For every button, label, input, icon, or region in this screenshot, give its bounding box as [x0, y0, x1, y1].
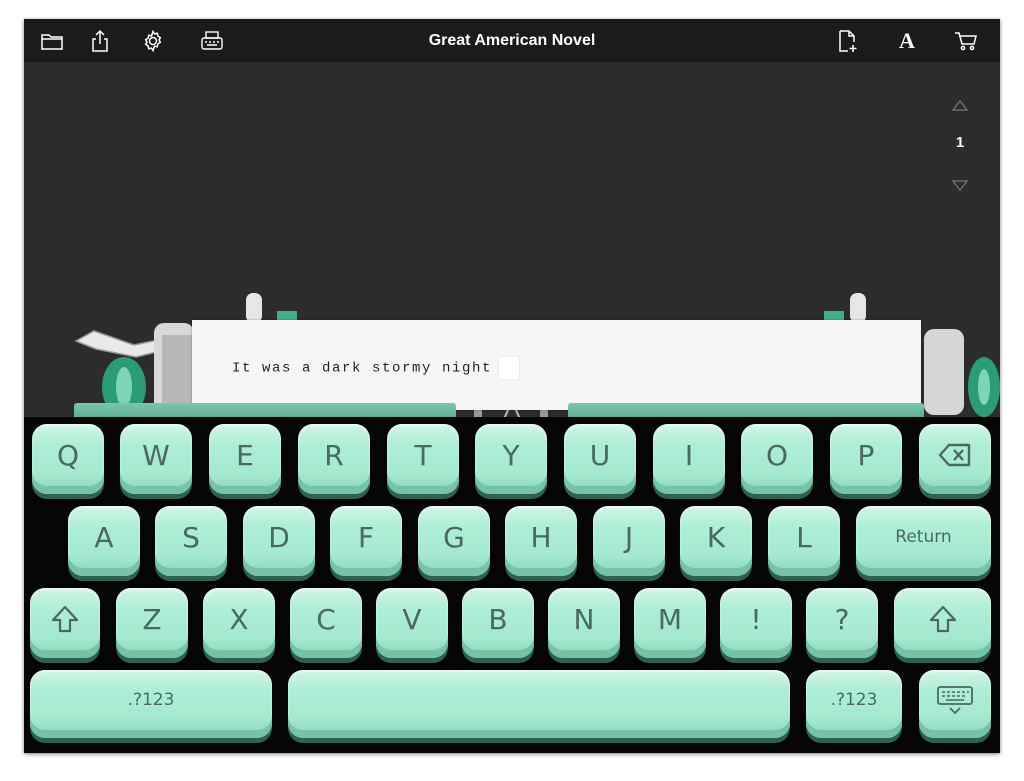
key-label: F [357, 520, 375, 554]
key-g[interactable]: G [418, 506, 490, 576]
key-j[interactable]: J [593, 506, 665, 576]
keyboard-rail-right [568, 403, 924, 417]
key-w[interactable]: W [120, 424, 192, 494]
key-d[interactable]: D [243, 506, 315, 576]
document-title: Great American Novel [428, 32, 596, 49]
key-y[interactable]: Y [475, 424, 547, 494]
key-label: H [530, 520, 552, 554]
key-label: N [573, 602, 595, 636]
numbers-right-key[interactable]: .?123 [806, 670, 902, 738]
typed-text: It was a dark stormy night [232, 356, 521, 380]
key-label: D [268, 520, 290, 554]
page-navigator: 1 [944, 91, 976, 191]
backspace-key[interactable] [919, 424, 991, 494]
right-paper-guide [850, 293, 866, 323]
key-c[interactable]: C [290, 588, 362, 658]
key-z[interactable]: Z [116, 588, 188, 658]
key-k[interactable]: K [680, 506, 752, 576]
key-p[interactable]: P [830, 424, 902, 494]
key-label: Y [502, 438, 520, 472]
key-q[interactable]: Q [32, 424, 104, 494]
return-key-label: Return [895, 527, 952, 547]
key-label: U [589, 438, 611, 472]
cart-icon[interactable] [952, 27, 980, 55]
key-n[interactable]: N [548, 588, 620, 658]
key-label: E [236, 438, 254, 472]
key-label: X [229, 602, 249, 636]
key-m[interactable]: M [634, 588, 706, 658]
key-l[interactable]: L [768, 506, 840, 576]
key-u[interactable]: U [564, 424, 636, 494]
app-screen: Great American Novel A 1 It was a dark s… [24, 19, 1000, 753]
key-label: B [488, 602, 508, 636]
key-exclamation[interactable]: ! [720, 588, 792, 658]
key-label: ! [750, 602, 762, 636]
text-cursor [498, 356, 521, 380]
key-label: R [324, 438, 344, 472]
backspace-icon [938, 443, 971, 467]
key-label: L [796, 520, 812, 554]
shift-right-key[interactable] [894, 588, 991, 658]
key-label: W [142, 438, 170, 472]
toolbar: Great American Novel A [24, 19, 1000, 62]
shift-icon [51, 605, 79, 633]
key-label: ? [834, 602, 850, 636]
key-label: J [624, 520, 634, 554]
shift-left-key[interactable] [30, 588, 100, 658]
key-label: Z [142, 602, 162, 636]
font-icon[interactable]: A [893, 27, 921, 55]
key-label: K [706, 520, 726, 554]
key-label: S [182, 520, 200, 554]
numbers-left-key[interactable]: .?123 [30, 670, 272, 738]
key-label: V [402, 602, 422, 636]
key-label: A [94, 520, 114, 554]
gear-icon[interactable] [139, 27, 167, 55]
key-f[interactable]: F [330, 506, 402, 576]
key-x[interactable]: X [203, 588, 275, 658]
typewriter-icon[interactable] [198, 27, 226, 55]
key-t[interactable]: T [387, 424, 459, 494]
space-bar[interactable] [288, 670, 790, 738]
key-r[interactable]: R [298, 424, 370, 494]
typewriter-keyboard: Q W E R T Y U I O P A S D F G H J K L Re… [24, 403, 1000, 753]
key-s[interactable]: S [155, 506, 227, 576]
key-question[interactable]: ? [806, 588, 878, 658]
typed-text-content: It was a dark stormy night [232, 360, 493, 377]
key-i[interactable]: I [653, 424, 725, 494]
keyboard-hide-icon [937, 686, 973, 715]
page-up-icon[interactable] [950, 97, 970, 113]
folder-icon[interactable] [38, 27, 66, 55]
key-label: C [316, 602, 336, 636]
key-label: M [657, 602, 683, 636]
numbers-key-label: .?123 [830, 690, 878, 710]
page-down-icon[interactable] [950, 178, 970, 194]
key-label: I [684, 438, 694, 472]
key-h[interactable]: H [505, 506, 577, 576]
key-label: G [443, 520, 465, 554]
key-v[interactable]: V [376, 588, 448, 658]
key-e[interactable]: E [209, 424, 281, 494]
keyboard-rail-left [74, 403, 456, 417]
key-b[interactable]: B [462, 588, 534, 658]
shift-icon [929, 605, 956, 633]
page-number: 1 [955, 134, 965, 151]
left-paper-guide [246, 293, 262, 323]
key-o[interactable]: O [741, 424, 813, 494]
key-a[interactable]: A [68, 506, 140, 576]
key-label: O [765, 438, 789, 472]
key-label: P [857, 438, 875, 472]
numbers-key-label: .?123 [127, 690, 175, 710]
new-page-icon[interactable] [833, 27, 861, 55]
share-icon[interactable] [86, 27, 114, 55]
hide-keyboard-key[interactable] [919, 670, 991, 738]
paper-sheet[interactable]: It was a dark stormy night [192, 320, 921, 410]
key-label: Q [56, 438, 80, 472]
return-key[interactable]: Return [856, 506, 991, 576]
key-label: T [414, 438, 432, 472]
